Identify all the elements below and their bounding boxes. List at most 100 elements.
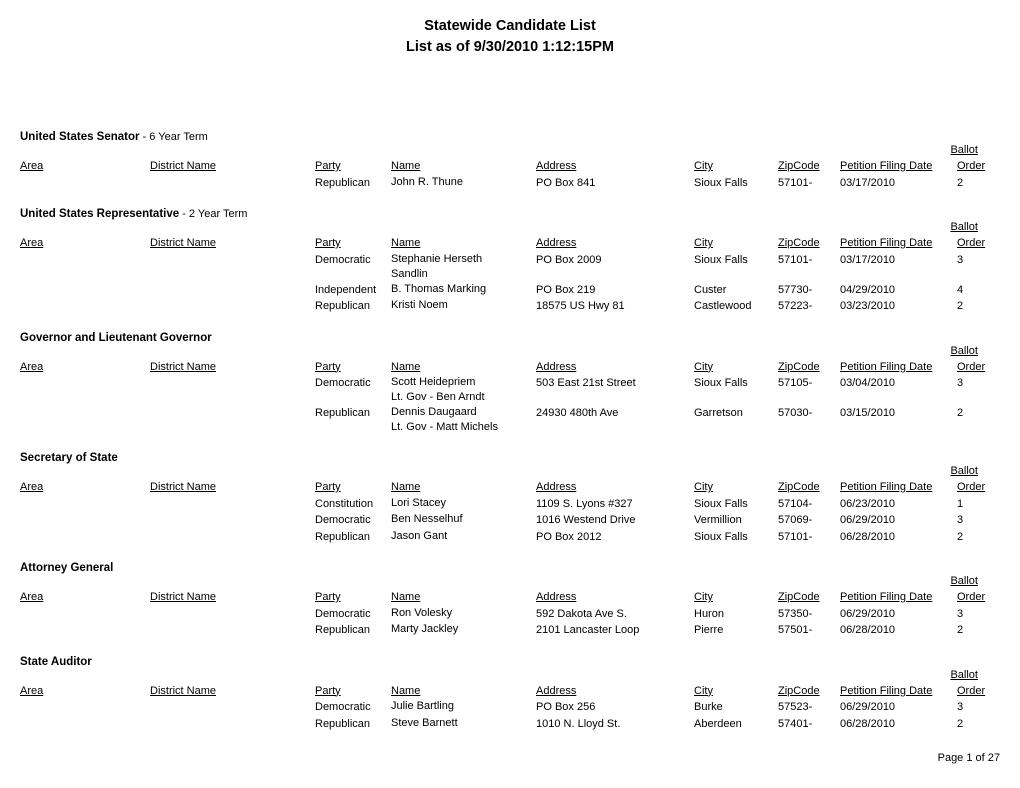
cell-petition-filing-date: 06/29/2010 bbox=[840, 607, 896, 620]
cell-area bbox=[20, 716, 150, 733]
cell-area bbox=[20, 606, 150, 623]
candidate-name: Kristi Noem bbox=[391, 299, 448, 311]
column-header-party: Party bbox=[315, 360, 341, 373]
cell-area bbox=[20, 375, 150, 405]
candidate-table: Area District Name Party Name Address City Zip… bbox=[20, 479, 1000, 545]
candidate-name: Lori Stacey bbox=[391, 496, 447, 509]
cell-petition-filing-date: 03/04/2010 bbox=[840, 377, 896, 389]
cell-area bbox=[20, 252, 150, 282]
column-header-address: Address bbox=[536, 160, 577, 172]
cell-ballot-order: 2 bbox=[957, 407, 964, 419]
cell-petition-filing-date: 04/29/2010 bbox=[840, 283, 896, 296]
cell-name: Scott Heidepriem Lt. Gov - Ben Arndt bbox=[391, 375, 536, 405]
candidate-table: Area District Name Party Name Address City Zip… bbox=[20, 359, 1000, 436]
column-header-petition-filing-date: Petition Filing Date bbox=[840, 481, 933, 493]
ballot-label: Ballot bbox=[950, 144, 978, 156]
cell-zipcode: 57101- bbox=[778, 253, 813, 266]
cell-district-name bbox=[150, 405, 315, 435]
cell-area bbox=[20, 175, 150, 192]
table-row: Republican Marty Jackley 2101 Lancaster Lo… bbox=[20, 622, 1000, 639]
cell-city: Sioux Falls bbox=[694, 253, 748, 266]
candidate-name: Ben Nesselhuf bbox=[391, 513, 463, 525]
candidate-name: Steve Barnett bbox=[391, 716, 458, 729]
cell-address: 592 Dakota Ave S. bbox=[536, 607, 627, 620]
column-header-city: City bbox=[694, 481, 713, 493]
column-header-ballot-order: Order bbox=[957, 360, 986, 373]
cell-name: Kristi Noem bbox=[391, 298, 536, 315]
office-section: Attorney General Ballot Area District Name P… bbox=[20, 561, 1000, 655]
cell-district-name bbox=[150, 282, 315, 299]
cell-area bbox=[20, 282, 150, 299]
cell-petition-filing-date: 03/17/2010 bbox=[840, 253, 896, 266]
column-header-ballot-order: Order bbox=[957, 684, 986, 697]
cell-ballot-order: 2 bbox=[957, 176, 964, 189]
column-header-row: Area District Name Party Name Address City Zip… bbox=[20, 235, 1000, 252]
candidate-name-secondline: Sandlin bbox=[391, 267, 428, 280]
cell-address: PO Box 256 bbox=[536, 701, 596, 713]
office-term: - 2 Year Term bbox=[179, 208, 248, 220]
column-header-address: Address bbox=[536, 684, 577, 697]
cell-petition-filing-date: 06/28/2010 bbox=[840, 717, 896, 730]
cell-petition-filing-date: 06/29/2010 bbox=[840, 701, 896, 713]
column-header-district-name: District Name bbox=[150, 160, 217, 172]
cell-area bbox=[20, 298, 150, 315]
ballot-label: Ballot bbox=[950, 465, 978, 477]
cell-address: 1109 S. Lyons #327 bbox=[536, 497, 633, 510]
column-header-party: Party bbox=[315, 591, 341, 603]
cell-city: Sioux Falls bbox=[694, 530, 748, 543]
column-header-area: Area bbox=[20, 237, 44, 249]
column-header-row: Area District Name Party Name Address City Zip… bbox=[20, 479, 1000, 496]
column-header-row: Area District Name Party Name Address City Zip… bbox=[20, 359, 1000, 376]
page-footer: Page 1 of 27 bbox=[937, 752, 1000, 764]
cell-party: Republican bbox=[315, 300, 371, 312]
cell-district-name bbox=[150, 252, 315, 282]
cell-address: 503 East 21st Street bbox=[536, 377, 636, 389]
candidate-table: Area District Name Party Name Address City Zip… bbox=[20, 235, 1000, 315]
office-title: State Auditor bbox=[20, 655, 1000, 669]
cell-address: 2101 Lancaster Loop bbox=[536, 624, 640, 636]
cell-address: 1016 Westend Drive bbox=[536, 514, 636, 526]
cell-zipcode: 57101- bbox=[778, 176, 813, 189]
cell-city: Vermillion bbox=[694, 514, 742, 526]
cell-area bbox=[20, 405, 150, 435]
cell-zipcode: 57030- bbox=[778, 407, 813, 419]
cell-name: Lori Stacey bbox=[391, 496, 536, 513]
document-page: Statewide Candidate List List as of 9/30… bbox=[0, 0, 1020, 788]
column-header-party: Party bbox=[315, 684, 341, 697]
column-header-ballot-order: Order bbox=[957, 481, 986, 493]
ballot-label: Ballot bbox=[950, 221, 978, 233]
cell-party: Republican bbox=[315, 717, 371, 730]
cell-city: Burke bbox=[694, 701, 723, 713]
table-row: Republican Kristi Noem 18575 US Hwy 81 Cast… bbox=[20, 298, 1000, 315]
column-header-zipcode: ZipCode bbox=[778, 160, 820, 172]
column-header-address: Address bbox=[536, 237, 577, 249]
column-header-district-name: District Name bbox=[150, 684, 217, 697]
column-header-name: Name bbox=[391, 591, 421, 603]
office-term: - 6 Year Term bbox=[139, 131, 208, 143]
column-header-petition-filing-date: Petition Filing Date bbox=[840, 237, 933, 249]
cell-name: Marty Jackley bbox=[391, 622, 536, 639]
column-header-party: Party bbox=[315, 160, 341, 172]
table-row: Republican Dennis Daugaard Lt. Gov - Matt … bbox=[20, 405, 1000, 435]
office-section: State Auditor Ballot Area District Name Part… bbox=[20, 655, 1000, 749]
table-row: Democratic Stephanie Herseth Sandlin PO Box… bbox=[20, 252, 1000, 282]
cell-area bbox=[20, 529, 150, 546]
candidate-table: Area District Name Party Name Address City Zip… bbox=[20, 589, 1000, 639]
column-header-district-name: District Name bbox=[150, 360, 217, 373]
cell-petition-filing-date: 03/15/2010 bbox=[840, 407, 896, 419]
cell-petition-filing-date: 06/28/2010 bbox=[840, 624, 896, 636]
cell-district-name bbox=[150, 529, 315, 546]
candidate-name: B. Thomas Marking bbox=[391, 282, 487, 295]
office-section: Secretary of State Ballot Area District Nam… bbox=[20, 451, 1000, 561]
sections-container: United States Senator - 6 Year Term Ballo… bbox=[20, 130, 1000, 748]
column-header-name: Name bbox=[391, 481, 421, 493]
column-header-row: Area District Name Party Name Address City Zip… bbox=[20, 683, 1000, 700]
column-header-ballot-order: Order bbox=[957, 591, 986, 603]
cell-name: Ron Volesky bbox=[391, 606, 536, 623]
cell-ballot-order: 2 bbox=[957, 300, 964, 312]
column-header-name: Name bbox=[391, 684, 421, 697]
cell-ballot-order: 3 bbox=[957, 514, 964, 526]
column-header-city: City bbox=[694, 684, 713, 697]
